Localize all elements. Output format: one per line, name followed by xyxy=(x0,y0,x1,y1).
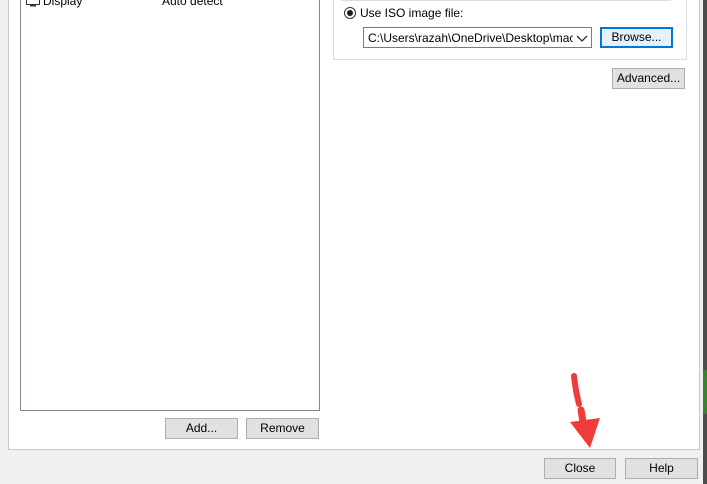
device-name: Display xyxy=(43,0,83,8)
remove-device-button[interactable]: Remove xyxy=(246,418,319,439)
use-iso-label: Use ISO image file: xyxy=(360,6,464,20)
hardware-device-list[interactable]: Display Auto detect xyxy=(20,0,320,411)
background-window-accent xyxy=(703,370,707,414)
iso-path-combobox[interactable]: C:\Users\razah\OneDrive\Desktop\macOS xyxy=(363,27,592,48)
monitor-icon xyxy=(26,0,40,10)
help-button[interactable]: Help xyxy=(625,458,698,479)
background-window-edge xyxy=(703,0,707,484)
device-summary: Auto detect xyxy=(162,0,223,8)
device-row-display[interactable]: Display Auto detect xyxy=(25,0,315,10)
annotation-arrow-icon xyxy=(570,373,600,448)
close-button[interactable]: Close xyxy=(544,458,616,479)
browse-button[interactable]: Browse... xyxy=(600,27,673,48)
group-divider xyxy=(341,0,671,1)
advanced-button[interactable]: Advanced... xyxy=(612,68,685,89)
add-device-button[interactable]: Add... xyxy=(165,418,238,439)
chevron-down-icon[interactable] xyxy=(576,32,588,42)
radio-selected-icon xyxy=(344,7,356,19)
iso-path-value: C:\Users\razah\OneDrive\Desktop\macOS xyxy=(368,31,573,45)
